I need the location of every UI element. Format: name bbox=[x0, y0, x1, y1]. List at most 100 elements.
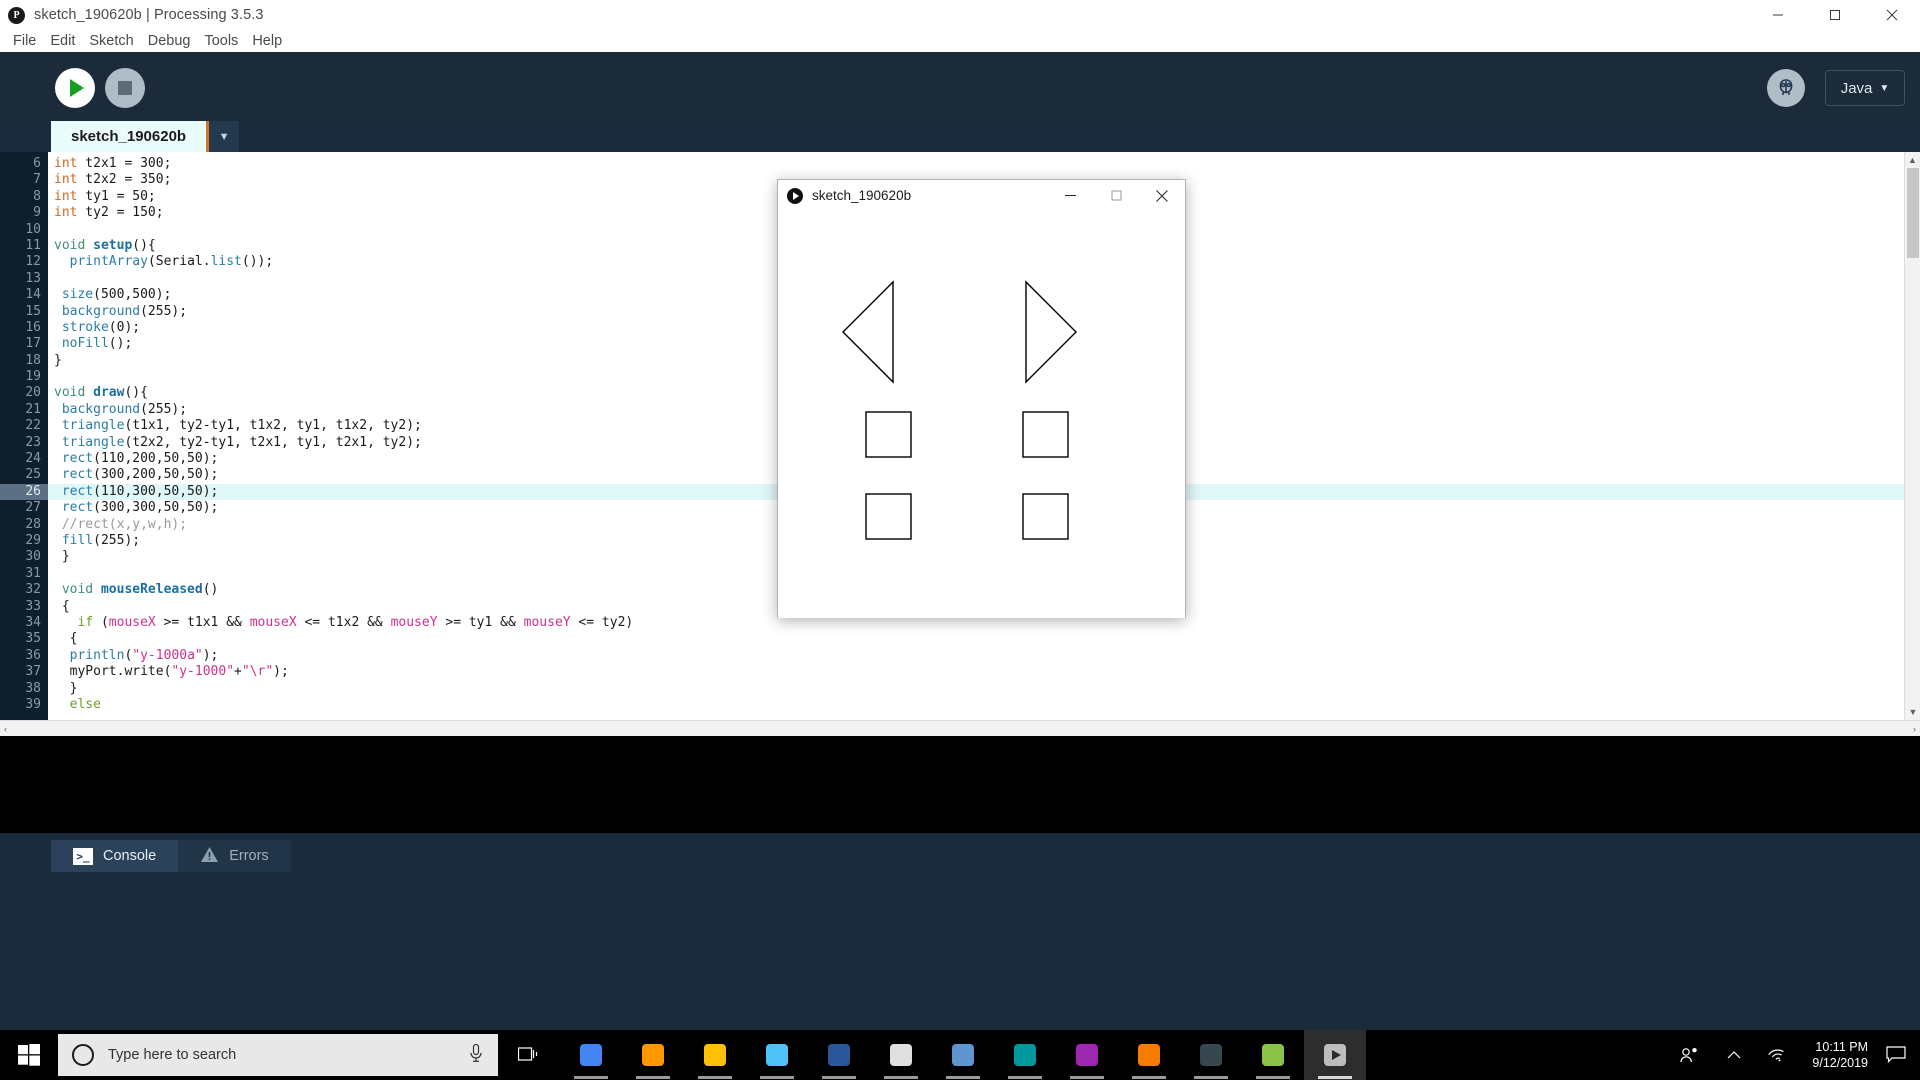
gimp-icon[interactable] bbox=[1242, 1030, 1304, 1080]
line-number: 12 bbox=[25, 254, 41, 270]
code-token: void bbox=[54, 237, 86, 253]
mode-label: Java bbox=[1840, 79, 1873, 97]
scroll-down-arrow[interactable]: ▼ bbox=[1905, 704, 1920, 720]
code-token: t2x1 = 300; bbox=[77, 156, 172, 171]
code-token: () bbox=[202, 582, 219, 598]
rect-top-left[interactable] bbox=[865, 411, 912, 458]
line-number: 32 bbox=[25, 582, 41, 598]
rect-bottom-left[interactable] bbox=[865, 493, 912, 540]
people-icon[interactable] bbox=[1666, 1030, 1714, 1080]
task-view-icon[interactable] bbox=[498, 1030, 560, 1080]
rect-bottom-right[interactable] bbox=[1022, 493, 1069, 540]
tab-errors-label: Errors bbox=[229, 848, 269, 864]
code-token: { bbox=[54, 598, 70, 614]
rect-top-right[interactable] bbox=[1022, 411, 1069, 458]
wifi-icon[interactable] bbox=[1754, 1030, 1800, 1080]
scroll-left-arrow[interactable]: ‹ bbox=[4, 724, 7, 734]
mode-dropdown[interactable]: Java ▼ bbox=[1825, 70, 1905, 106]
menu-item-sketch[interactable]: Sketch bbox=[82, 30, 140, 52]
code-token: println bbox=[69, 647, 125, 663]
line-number: 9 bbox=[33, 205, 41, 221]
editor-vertical-scrollbar[interactable]: ▲ ▼ bbox=[1904, 152, 1920, 720]
code-line[interactable]: } bbox=[48, 681, 1920, 697]
processing-icon[interactable] bbox=[1304, 1030, 1366, 1080]
action-center-icon[interactable] bbox=[1880, 1030, 1920, 1080]
triangle-left[interactable] bbox=[842, 280, 894, 384]
menu-item-edit[interactable]: Edit bbox=[43, 30, 82, 52]
code-token: "\r" bbox=[241, 664, 274, 680]
code-line[interactable]: myPort.write("y-1000"+"\r"); bbox=[48, 664, 1920, 680]
menu-item-file[interactable]: File bbox=[6, 30, 43, 52]
vertical-scroll-thumb[interactable] bbox=[1907, 168, 1919, 258]
editor-horizontal-scrollbar[interactable]: ‹ › bbox=[0, 720, 1920, 736]
code-token: background bbox=[61, 303, 141, 319]
search-input[interactable]: Type here to search bbox=[58, 1034, 498, 1076]
sketch-close-icon[interactable] bbox=[1139, 180, 1185, 212]
code-line[interactable]: int t2x1 = 300; bbox=[48, 156, 1920, 172]
word-icon[interactable] bbox=[808, 1030, 870, 1080]
close-icon[interactable] bbox=[1863, 0, 1920, 30]
run-button[interactable] bbox=[55, 68, 95, 108]
tab-console[interactable]: >_ Console bbox=[51, 840, 179, 872]
maximize-icon[interactable] bbox=[1806, 0, 1863, 30]
status-bar: >_ Console Errors bbox=[0, 833, 1920, 872]
paint3d-icon[interactable] bbox=[1056, 1030, 1118, 1080]
line-number: 24 bbox=[25, 451, 41, 467]
search-placeholder: Type here to search bbox=[108, 1047, 237, 1063]
line-number: 31 bbox=[25, 565, 41, 581]
sketch-minimize-icon[interactable] bbox=[1047, 180, 1093, 212]
code-line[interactable]: { bbox=[48, 631, 1920, 647]
code-token: ); bbox=[202, 647, 219, 663]
microphone-icon[interactable] bbox=[468, 1043, 484, 1068]
sketch-canvas[interactable] bbox=[778, 212, 1185, 618]
code-line[interactable]: println("y-1000a"); bbox=[48, 648, 1920, 664]
settings-icon[interactable] bbox=[1118, 1030, 1180, 1080]
chevron-down-icon: ▼ bbox=[1879, 82, 1890, 94]
remote-icon[interactable] bbox=[932, 1030, 994, 1080]
code-token: mouseY bbox=[523, 614, 571, 630]
show-hidden-icons-chevron[interactable] bbox=[1714, 1030, 1754, 1080]
notepad-icon[interactable] bbox=[746, 1030, 808, 1080]
code-token: ); bbox=[273, 664, 289, 680]
sketch-maximize-icon[interactable] bbox=[1093, 180, 1139, 212]
line-number: 28 bbox=[25, 516, 41, 532]
code-line[interactable]: else bbox=[48, 697, 1920, 713]
scroll-up-arrow[interactable]: ▲ bbox=[1905, 152, 1920, 168]
tab-errors[interactable]: Errors bbox=[178, 840, 291, 872]
scroll-right-arrow[interactable]: › bbox=[1913, 724, 1916, 734]
sketch-display-window[interactable]: sketch_190620b bbox=[777, 179, 1186, 618]
windows-start-icon[interactable] bbox=[0, 1030, 57, 1080]
processing-icon: P bbox=[8, 6, 25, 24]
store-icon[interactable] bbox=[870, 1030, 932, 1080]
processing-butterfly-icon[interactable] bbox=[1767, 69, 1805, 107]
code-token: int bbox=[54, 188, 78, 204]
line-number: 38 bbox=[25, 680, 41, 696]
minimize-icon[interactable] bbox=[1749, 0, 1806, 30]
tab-menu-button[interactable]: ▼ bbox=[209, 121, 240, 152]
taskbar-clock[interactable]: 10:11 PM 9/12/2019 bbox=[1800, 1030, 1880, 1080]
menu-item-tools[interactable]: Tools bbox=[197, 30, 245, 52]
triangle-right[interactable] bbox=[1025, 280, 1077, 384]
code-token: triangle bbox=[61, 418, 125, 434]
code-token: rect bbox=[61, 451, 94, 467]
code-token: ty2 = 150; bbox=[77, 205, 164, 221]
chrome-icon[interactable] bbox=[560, 1030, 622, 1080]
line-number: 11 bbox=[25, 237, 41, 253]
sublime-icon[interactable] bbox=[622, 1030, 684, 1080]
fritzing-icon[interactable] bbox=[1180, 1030, 1242, 1080]
menu-item-debug[interactable]: Debug bbox=[141, 30, 198, 52]
tab-sketch-190620b[interactable]: sketch_190620b bbox=[51, 121, 210, 152]
stop-button[interactable] bbox=[105, 68, 145, 108]
sketch-titlebar: sketch_190620b bbox=[778, 180, 1185, 212]
sketch-window-controls bbox=[1047, 180, 1185, 212]
file-explorer-icon[interactable] bbox=[684, 1030, 746, 1080]
arduino-icon[interactable] bbox=[994, 1030, 1056, 1080]
code-token: } bbox=[54, 549, 70, 565]
menu-item-help[interactable]: Help bbox=[245, 30, 289, 52]
